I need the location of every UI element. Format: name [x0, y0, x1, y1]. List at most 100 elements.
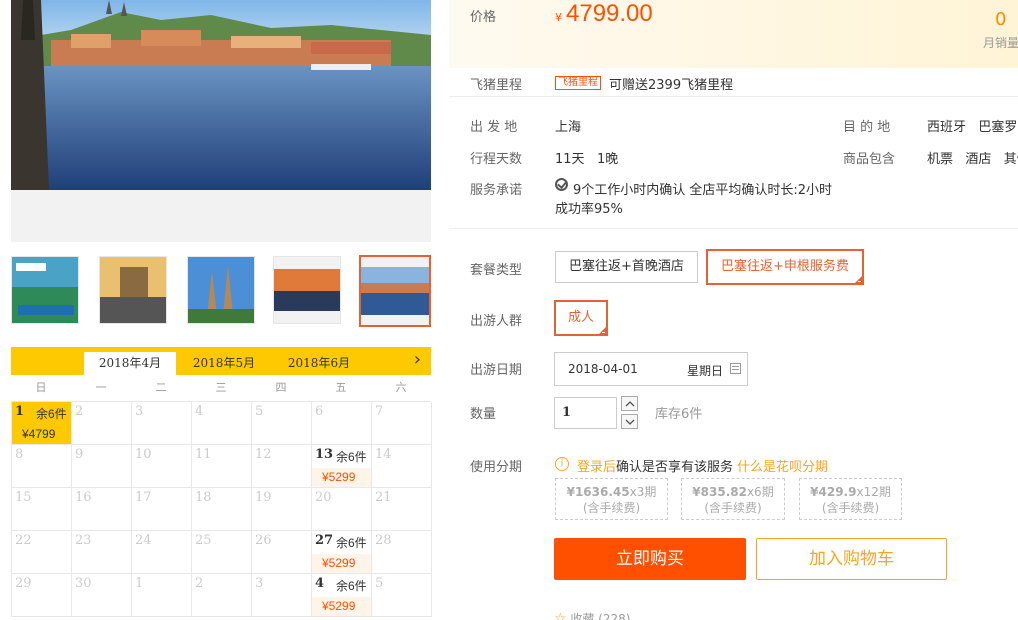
calendar-day: 17: [132, 488, 192, 531]
tab-month-2[interactable]: 2018年5月: [178, 352, 270, 375]
travel-date-picker[interactable]: 2018-04-01 星期日: [554, 352, 748, 386]
day-number: 16: [75, 490, 92, 505]
add-to-cart-button[interactable]: 加入购物车: [756, 538, 947, 580]
day-number: 29: [15, 576, 32, 591]
favorite-button[interactable]: ☆ 收藏 (228): [554, 610, 630, 620]
includes-label: 商品包含: [843, 152, 896, 167]
thumbnail-image: [188, 257, 254, 323]
day-number: 11: [195, 447, 212, 462]
calendar-day: 5: [372, 574, 432, 617]
calendar-day-available[interactable]: 4 余6件 ¥5299: [312, 574, 372, 617]
day-number: 23: [75, 533, 92, 548]
buy-now-button[interactable]: 立即购买: [554, 538, 746, 580]
price-amount: 4799.00: [566, 0, 653, 27]
plan-amount: ¥835.82: [692, 485, 747, 499]
divider: [449, 96, 1018, 97]
installment-plan-12[interactable]: ¥429.9x12期 (含手续费): [799, 478, 902, 520]
departure-city: 上海: [555, 120, 582, 135]
day-number: 15: [15, 490, 32, 505]
quantity-decrease-button[interactable]: [621, 414, 638, 429]
chevron-down-icon: [625, 419, 635, 425]
travel-date-label: 出游日期: [470, 363, 523, 378]
day-number: 26: [255, 533, 272, 548]
next-month-icon[interactable]: ›: [414, 350, 421, 370]
plan-periods: x12期: [856, 485, 891, 499]
day-price: ¥5299: [312, 554, 371, 573]
price-label: 价格: [470, 10, 497, 25]
day-number: 1: [135, 576, 144, 591]
installment-hint: 登录后确认是否享有该服务 什么是花呗分期: [577, 456, 828, 475]
calendar-day: 30: [72, 574, 132, 617]
includes-value: 机票 酒店 其他: [927, 152, 1018, 167]
thumbnail-3[interactable]: [187, 256, 255, 324]
weekday-label: 二: [155, 381, 167, 394]
day-number: 17: [135, 490, 152, 505]
day-number: 21: [375, 490, 392, 505]
tab-month-1[interactable]: 2018年4月: [84, 352, 176, 375]
tab-month-3[interactable]: 2018年6月: [273, 352, 365, 375]
chevron-up-icon: [625, 401, 635, 407]
calendar-icon: [730, 363, 741, 374]
thumbnail-1[interactable]: [11, 256, 79, 324]
calendar-day: 6: [312, 402, 372, 445]
day-stock: 余6件: [336, 536, 367, 550]
star-icon: ☆: [554, 611, 567, 620]
duration-value: 11天 1晚: [555, 152, 619, 167]
calendar-day: 24: [132, 531, 192, 574]
thumbnail-image: [12, 257, 78, 323]
day-number: 2: [195, 576, 204, 591]
day-number: 5: [375, 576, 384, 591]
installment-plan-6[interactable]: ¥835.82x6期 (含手续费): [681, 478, 785, 520]
day-number: 19: [255, 490, 272, 505]
day-stock: 余6件: [336, 579, 367, 593]
departure-label: 出 发 地: [470, 120, 518, 135]
thumbnail-4[interactable]: [273, 256, 341, 324]
calendar-day: 20: [312, 488, 372, 531]
thumbnail-2[interactable]: [99, 256, 167, 324]
quantity-increase-button[interactable]: [621, 396, 638, 411]
day-number: 3: [135, 404, 144, 419]
day-number: 3: [255, 576, 264, 591]
day-number: 13: [315, 447, 334, 462]
calendar-day: 21: [372, 488, 432, 531]
plan-fee-note: (含手续费): [821, 501, 880, 515]
travel-date-weekday: 星期日: [687, 364, 724, 378]
day-stock: 余6件: [36, 407, 67, 421]
day-price: ¥5299: [312, 597, 371, 616]
plan-amount: ¥429.9: [810, 485, 857, 499]
day-stock: 余6件: [336, 450, 367, 464]
plan-periods: x3期: [629, 485, 657, 499]
departure-calendar: 2018年4月 2018年5月 2018年6月 › 日 一 二 三 四 五 六 1 余6件 ¥4…: [11, 347, 432, 617]
main-product-photo: [11, 0, 431, 190]
calendar-day: 23: [72, 531, 132, 574]
calendar-day: 29: [12, 574, 72, 617]
weekday-label: 三: [215, 381, 227, 394]
photo-caption-strip: [11, 190, 431, 242]
installment-plan-3[interactable]: ¥1636.45x3期 (含手续费): [555, 478, 668, 520]
package-label: 套餐类型: [470, 263, 523, 278]
what-is-huabei-link[interactable]: 什么是花呗分期: [737, 460, 828, 475]
traveler-option-adult-selected[interactable]: 成人: [554, 300, 609, 336]
calendar-day-available[interactable]: 27 余6件 ¥5299: [312, 531, 372, 574]
calendar-day: 3: [252, 574, 312, 617]
calendar-day: 15: [12, 488, 72, 531]
calendar-day-available[interactable]: 13 余6件 ¥5299: [312, 445, 372, 488]
calendar-day: 18: [192, 488, 252, 531]
calendar-day-available[interactable]: 1 余6件 ¥4799: [12, 402, 72, 445]
thumbnail-image: [100, 257, 166, 323]
day-number: 10: [135, 447, 152, 462]
login-link[interactable]: 登录后: [577, 460, 616, 475]
calendar-day: 1: [132, 574, 192, 617]
calendar-day: 4: [192, 402, 252, 445]
day-number: 1: [15, 404, 25, 419]
package-option-schengen-selected[interactable]: 巴塞往返+申根服务费: [706, 249, 864, 285]
weekday-label: 日: [35, 381, 47, 394]
divider: [449, 228, 1018, 229]
thumbnail-5-selected[interactable]: [359, 255, 431, 327]
package-option-hotel[interactable]: 巴塞往返+首晚酒店: [555, 251, 698, 283]
day-number: 2: [75, 404, 84, 419]
calendar-day: 25: [192, 531, 252, 574]
day-number: 9: [75, 447, 84, 462]
quantity-input[interactable]: 1: [554, 397, 617, 429]
weekday-label: 六: [395, 381, 407, 394]
